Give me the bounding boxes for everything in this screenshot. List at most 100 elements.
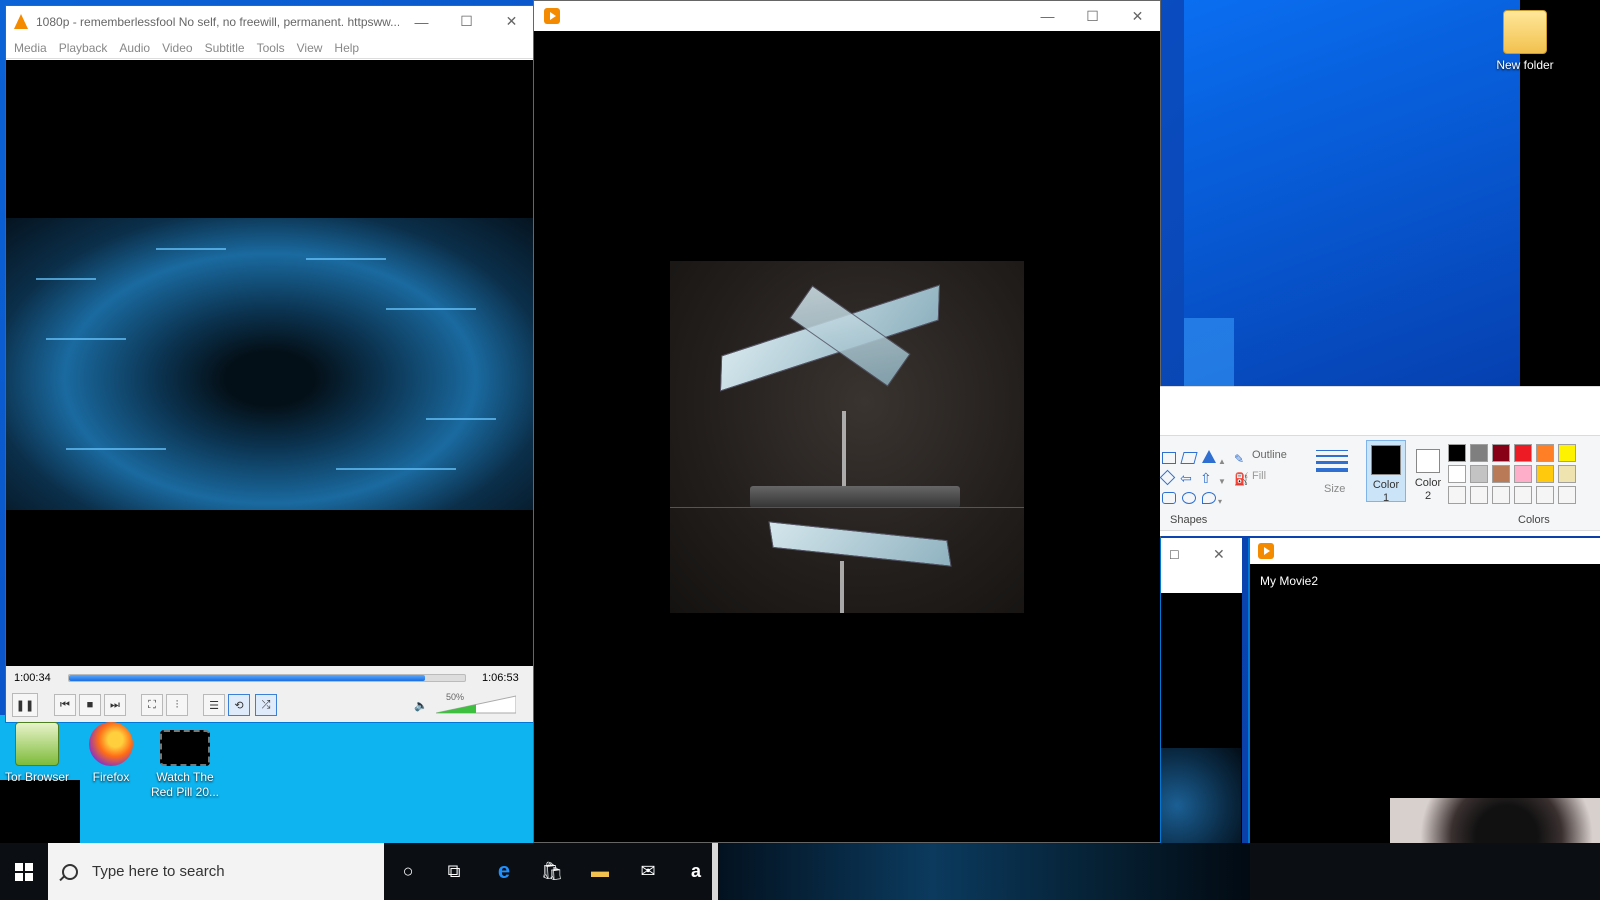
extended-settings-button[interactable]: ⫶ (166, 694, 188, 716)
shuffle-button[interactable]: ⤮ (255, 694, 277, 716)
firefox-icon (89, 722, 133, 766)
cloud-shape-icon[interactable] (1202, 492, 1216, 504)
desktop-icon-label-line2: Red Pill 20... (150, 785, 220, 799)
mail-icon[interactable]: ✉ (628, 851, 668, 891)
parallelogram-shape-icon[interactable] (1180, 452, 1198, 464)
color1-swatch (1371, 445, 1401, 475)
color2-button[interactable]: Color 2 (1408, 440, 1448, 502)
close-button[interactable]: ✕ (489, 6, 534, 37)
arrow-up-shape-icon[interactable]: ⇧ (1200, 470, 1212, 487)
shapes-scroll[interactable]: ▲ ▼ ▾ (1218, 452, 1226, 512)
store-icon[interactable]: 🛍 (532, 851, 572, 891)
speaker-icon[interactable]: 🔈 (414, 699, 428, 712)
rectangle-shape-icon[interactable] (1162, 452, 1176, 464)
background-window[interactable]: ☐ ✕ (1160, 538, 1242, 863)
palette-color-swatch[interactable] (1536, 486, 1554, 504)
maximize-button[interactable]: ☐ (1070, 1, 1115, 32)
palette-color-swatch[interactable] (1514, 486, 1532, 504)
palette-color-swatch[interactable] (1558, 444, 1576, 462)
palette-color-swatch[interactable] (1470, 444, 1488, 462)
palette-color-swatch[interactable] (1448, 486, 1466, 504)
playlist-button[interactable]: ☰ (203, 694, 225, 716)
task-view-icon[interactable]: ⧉ (434, 851, 474, 891)
arrow-left-shape-icon[interactable]: ⇦ (1180, 470, 1192, 487)
palette-color-swatch[interactable] (1514, 444, 1532, 462)
triangle-shape-icon[interactable] (1202, 450, 1216, 463)
fullscreen-button[interactable]: ⛶ (141, 694, 163, 716)
palette-color-swatch[interactable] (1492, 465, 1510, 483)
maximize-button[interactable]: ☐ (1169, 548, 1180, 562)
amazon-icon[interactable]: a (676, 851, 716, 891)
maximize-button[interactable]: ☐ (444, 6, 489, 37)
minimize-button[interactable]: — (1025, 1, 1070, 32)
file-explorer-icon[interactable]: ▬ (580, 851, 620, 891)
palette-color-swatch[interactable] (1470, 486, 1488, 504)
palette-color-swatch[interactable] (1558, 465, 1576, 483)
desktop-icon-tor-browser[interactable]: Tor Browser (2, 722, 72, 785)
palette-color-swatch[interactable] (1536, 465, 1554, 483)
desktop-icon-firefox[interactable]: Firefox (76, 722, 146, 785)
close-button[interactable]: ✕ (1115, 1, 1160, 32)
size-lines-icon[interactable] (1316, 448, 1348, 476)
menu-view[interactable]: View (297, 41, 323, 55)
my-movie-window[interactable]: My Movie2 (1248, 538, 1600, 862)
vlc-window-title: 1080p - rememberlessfool No self, no fre… (36, 14, 399, 29)
my-movie-titlebar[interactable] (1250, 538, 1600, 564)
vlc-titlebar[interactable]: 1080p - rememberlessfool No self, no fre… (6, 6, 534, 37)
search-box[interactable]: Type here to search (48, 843, 384, 900)
menu-video[interactable]: Video (162, 41, 192, 55)
cortana-icon[interactable]: ○ (388, 851, 428, 891)
desktop-icon-new-folder[interactable]: New folder (1490, 10, 1560, 73)
palette-color-swatch[interactable] (1448, 444, 1466, 462)
movies-app-icon (544, 8, 560, 24)
movie-frame[interactable] (670, 261, 1024, 613)
spaceship-model-lower (768, 521, 952, 567)
movies-titlebar[interactable]: — ☐ ✕ (534, 1, 1160, 31)
seek-progress (69, 675, 426, 681)
search-placeholder: Type here to search (92, 863, 225, 880)
palette-color-swatch[interactable] (1492, 486, 1510, 504)
desktop-icon-label: New folder (1496, 58, 1554, 72)
desktop-icon-red-pill[interactable]: Watch The Red Pill 20... (150, 730, 220, 800)
pause-button[interactable]: ❚❚ (12, 693, 38, 717)
paint-window[interactable]: ⇦ ⇧ ▲ ▼ ▾ Shapes ✎ Outline ⛽ Fill Size Col… (1159, 386, 1600, 536)
menu-help[interactable]: Help (334, 41, 359, 55)
previous-button[interactable]: ⏮ (54, 694, 76, 716)
palette-color-swatch[interactable] (1536, 444, 1554, 462)
movies-window[interactable]: — ☐ ✕ (533, 0, 1161, 843)
menu-playback[interactable]: Playback (59, 41, 108, 55)
vlc-video-area[interactable] (6, 60, 534, 668)
outline-button[interactable]: Outline (1252, 449, 1287, 461)
stop-button[interactable]: ■ (79, 694, 101, 716)
my-movie-title: My Movie2 (1260, 574, 1319, 588)
video-file-icon (160, 730, 210, 766)
seek-bar[interactable] (68, 674, 466, 682)
close-button[interactable]: ✕ (1213, 546, 1225, 563)
vlc-window[interactable]: 1080p - rememberlessfool No self, no fre… (5, 5, 535, 723)
windows-logo-icon (15, 862, 33, 881)
menu-media[interactable]: Media (14, 41, 47, 55)
palette-color-swatch[interactable] (1558, 486, 1576, 504)
volume-slider[interactable] (435, 694, 517, 714)
paint-ribbon: ⇦ ⇧ ▲ ▼ ▾ Shapes ✎ Outline ⛽ Fill Size Col… (1159, 435, 1600, 531)
menu-audio[interactable]: Audio (119, 41, 150, 55)
next-button[interactable]: ⏭ (104, 694, 126, 716)
callout-shape-icon[interactable] (1182, 492, 1196, 504)
menu-tools[interactable]: Tools (257, 41, 285, 55)
palette-color-swatch[interactable] (1492, 444, 1510, 462)
start-button[interactable] (0, 843, 48, 900)
palette-color-swatch[interactable] (1448, 465, 1466, 483)
palette-color-swatch[interactable] (1514, 465, 1532, 483)
loop-button[interactable]: ⟲ (228, 694, 250, 716)
diamond-shape-icon[interactable] (1159, 469, 1176, 486)
rounded-rect-shape-icon[interactable] (1162, 492, 1176, 504)
background-window-titlebar[interactable]: ☐ ✕ (1161, 538, 1242, 593)
frame-split (670, 507, 1024, 508)
color1-button[interactable]: Color 1 (1366, 440, 1406, 504)
palette-color-swatch[interactable] (1470, 465, 1488, 483)
edge-icon[interactable]: e (484, 851, 524, 891)
fill-button[interactable]: Fill (1252, 470, 1266, 482)
outline-icon: ✎ (1234, 452, 1245, 466)
minimize-button[interactable]: — (399, 6, 444, 37)
menu-subtitle[interactable]: Subtitle (205, 41, 245, 55)
